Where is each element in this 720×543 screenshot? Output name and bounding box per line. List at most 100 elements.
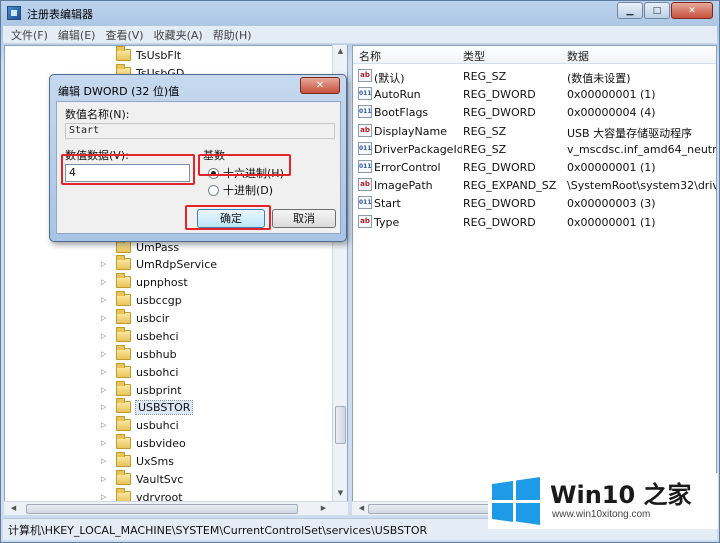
expand-arrow-icon[interactable]: ▷ [101, 332, 110, 340]
binary-value-icon: 011 [358, 105, 372, 119]
value-data-cell: 0x00000003 (3) [567, 197, 656, 211]
scroll-left-arrow-icon[interactable]: ◀ [6, 504, 21, 512]
binary-value-icon: 011 [358, 87, 372, 101]
expand-arrow-icon[interactable]: ▷ [101, 457, 110, 465]
watermark-title: Win10 之家 [550, 481, 692, 509]
tree-item[interactable]: ▷ USBSTOR [101, 398, 194, 416]
folder-icon [116, 434, 131, 449]
dialog-title: 编辑 DWORD (32 位)值 [58, 85, 180, 98]
value-row[interactable]: 011 ErrorControl REG_DWORD 0x00000001 (1) [353, 158, 716, 176]
expand-arrow-icon[interactable]: ▷ [101, 314, 110, 322]
tree-horizontal-scrollbar[interactable]: ◀ ▶ [4, 501, 348, 515]
tree-item[interactable]: ▷ usbuhci [101, 416, 179, 434]
expand-arrow-icon[interactable]: ▷ [101, 475, 110, 483]
tree-item-label: usbhub [136, 347, 177, 361]
tree-item[interactable]: ▷ usbhub [101, 345, 177, 363]
folder-icon [116, 327, 131, 342]
value-data-cell: (数值未设置) [567, 72, 631, 85]
value-type-cell: REG_SZ [463, 70, 507, 83]
expand-arrow-icon[interactable]: ▷ [101, 421, 110, 429]
tree-item[interactable]: ▷ usbohci [101, 363, 179, 381]
tree-item[interactable]: ▷ usbehci [101, 327, 179, 345]
value-row[interactable]: ab DisplayName REG_SZ USB 大容量存储驱动程序 [353, 122, 716, 140]
cancel-button[interactable]: 取消 [272, 209, 336, 228]
column-data-header[interactable]: 数据 [567, 48, 589, 64]
expand-arrow-icon[interactable]: ▷ [101, 296, 110, 304]
tree-item-label: UxSms [136, 454, 174, 468]
tree-item[interactable]: ▷ usbcir [101, 309, 169, 327]
tree-item[interactable]: ▷ VaultSvc [101, 470, 183, 488]
scroll-right-arrow-icon[interactable]: ▶ [316, 504, 331, 512]
highlight-hex-radio [198, 154, 291, 176]
expand-arrow-icon[interactable]: ▷ [101, 386, 110, 394]
tree-item[interactable]: ▷ UmRdpService [101, 255, 217, 273]
tree-item-label: usbccgp [136, 293, 182, 307]
tree-item[interactable]: ▷ upnphost [101, 273, 188, 291]
folder-icon [116, 273, 131, 288]
tree-item[interactable]: ▷ UxSms [101, 452, 174, 470]
values-list-pane[interactable]: 名称 类型 数据 ab (默认) REG_SZ (数值未设置) 011 AutoRun RE… [352, 45, 717, 515]
highlight-ok-button [185, 205, 271, 230]
watermark-url: www.win10xitong.com [552, 509, 651, 520]
tree-item-label: usbuhci [136, 418, 179, 432]
value-row[interactable]: ab Type REG_DWORD 0x00000001 (1) [353, 213, 716, 231]
expand-arrow-icon[interactable]: ▷ [101, 350, 110, 358]
highlight-value-data [61, 154, 195, 185]
binary-value-icon: 011 [358, 160, 372, 173]
tree-item-label: VaultSvc [136, 472, 184, 486]
menu-bar: 文件(F) 编辑(E) 查看(V) 收藏夹(A) 帮助(H) [3, 26, 717, 44]
maximize-button[interactable]: □ [644, 2, 670, 19]
expand-arrow-icon[interactable]: ▷ [101, 403, 110, 411]
tree-item[interactable]: ▷ usbprint [101, 381, 182, 399]
tree-item[interactable]: ▷ usbccgp [101, 291, 182, 309]
value-type-cell: REG_SZ [463, 124, 507, 138]
value-type-cell: REG_DWORD [463, 161, 536, 174]
column-name-header[interactable]: 名称 [359, 48, 381, 64]
expand-arrow-icon[interactable]: ▷ [101, 439, 110, 447]
value-row[interactable]: ab ImagePath REG_EXPAND_SZ \SystemRoot\syst… [353, 176, 716, 194]
expand-arrow-icon[interactable]: ▷ [101, 260, 110, 268]
menu-edit[interactable]: 编辑(E) [58, 27, 96, 43]
value-name-cell: (默认) [374, 72, 405, 85]
expand-arrow-icon[interactable]: ▷ [101, 368, 110, 376]
scroll-down-arrow-icon[interactable]: ▼ [333, 489, 348, 497]
expand-arrow-icon[interactable]: ▷ [101, 278, 110, 286]
value-row[interactable]: 011 DriverPackageId REG_SZ v_mscdsc.inf_amd… [353, 140, 716, 158]
menu-view[interactable]: 查看(V) [105, 27, 143, 43]
dialog-close-button[interactable]: ✕ [300, 77, 340, 94]
folder-icon [116, 452, 131, 467]
value-data-cell: 0x00000001 (1) [567, 215, 656, 229]
value-name-cell: DisplayName [374, 124, 447, 138]
tree-hscroll-thumb[interactable] [26, 504, 298, 514]
column-type-header[interactable]: 类型 [463, 48, 485, 64]
value-type-cell: REG_EXPAND_SZ [463, 179, 557, 193]
menu-file[interactable]: 文件(F) [11, 27, 48, 43]
scroll-up-arrow-icon[interactable]: ▲ [333, 47, 348, 55]
binary-value-icon: 011 [358, 196, 372, 210]
value-name-cell: DriverPackageId [374, 142, 462, 156]
list-scroll-left-arrow-icon[interactable]: ◀ [354, 504, 369, 512]
value-row[interactable]: 011 BootFlags REG_DWORD 0x00000004 (4) [353, 103, 716, 121]
tree-scroll-thumb[interactable] [335, 406, 346, 444]
value-row[interactable]: 011 Start REG_DWORD 0x00000003 (3) [353, 194, 716, 212]
minimize-button[interactable]: ▁ [617, 2, 643, 19]
folder-icon [116, 363, 131, 378]
decimal-radio[interactable]: 十进制(D) [208, 182, 273, 198]
value-row[interactable]: 011 AutoRun REG_DWORD 0x00000001 (1) [353, 85, 716, 103]
windows-logo-icon [492, 477, 540, 525]
tree-item-label: TsUsbFlt [136, 48, 182, 62]
decimal-radio-dot[interactable] [208, 184, 219, 196]
menu-help[interactable]: 帮助(H) [213, 27, 252, 43]
value-data-cell: 0x00000001 (1) [567, 161, 656, 174]
tree-item-label: UmRdpService [136, 257, 218, 271]
registry-editor-icon [7, 6, 21, 20]
menu-favorites[interactable]: 收藏夹(A) [154, 27, 203, 43]
value-name-field: Start [65, 123, 335, 139]
watermark: Win10 之家 www.win10xitong.com [488, 473, 718, 529]
tree-item[interactable]: ▷ usbvideo [101, 434, 186, 452]
close-button[interactable]: ✕ [671, 2, 713, 19]
expand-arrow-icon[interactable]: ▷ [101, 493, 110, 501]
value-row[interactable]: ab (默认) REG_SZ (数值未设置) [353, 67, 716, 85]
tree-item[interactable]: TsUsbFlt [101, 46, 181, 64]
value-name-cell: ErrorControl [374, 161, 441, 174]
